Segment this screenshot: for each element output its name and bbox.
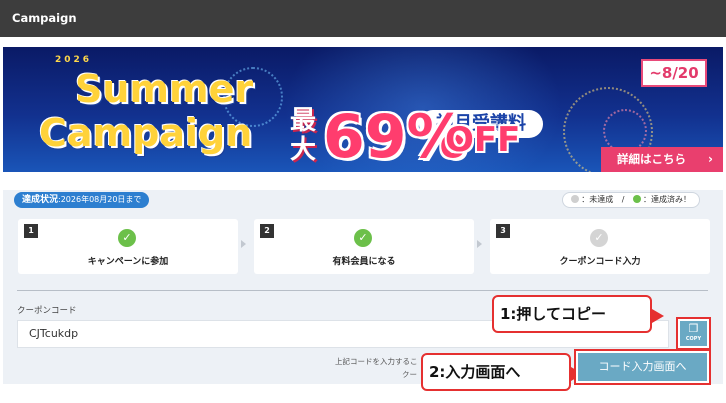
- step-3: 3 ✓ クーポンコード入力: [490, 219, 710, 274]
- step-number: 1: [24, 224, 38, 238]
- page-title: Campaign: [12, 11, 77, 25]
- status-tag-label: 達成状況: [22, 195, 59, 205]
- check-circle-icon: ✓: [354, 229, 372, 247]
- coupon-code-label: クーポンコード: [17, 306, 77, 316]
- coupon-note-line2: クー: [402, 370, 417, 379]
- coupon-input-page-button[interactable]: コード入力画面へ: [574, 349, 711, 385]
- status-legend: ：未達成 / ：達成済み！: [562, 192, 700, 208]
- chevron-right-icon: ›: [708, 152, 713, 166]
- coupon-note-line1: 上記コードを入力するこ: [335, 357, 418, 366]
- banner-max-label: 最大: [289, 106, 316, 165]
- step-1: 1 ✓ キャンペーンに参加: [18, 219, 238, 274]
- legend-not-achieved: ：未達成: [581, 195, 614, 204]
- check-circle-icon: ✓: [118, 229, 136, 247]
- campaign-banner[interactable]: 2026 Summer Campaign 最大 初月受講料 69% OFF ~8…: [3, 47, 723, 172]
- achieved-dot-icon: [633, 195, 641, 203]
- detail-link-label: 詳細はこちら: [617, 152, 686, 166]
- check-circle-icon: ✓: [590, 229, 608, 247]
- coupon-input-page-button-label: コード入力画面へ: [578, 353, 707, 381]
- banner-period: ~8/20: [641, 59, 707, 87]
- top-bar: Campaign: [0, 0, 726, 37]
- banner-year: 2026: [55, 55, 93, 65]
- step-label: 有料会員になる: [332, 257, 396, 267]
- status-tag: 達成状況:2026年08月20日まで: [14, 192, 150, 208]
- detail-link-button[interactable]: 詳細はこちら ›: [601, 147, 723, 172]
- legend-separator: /: [621, 195, 625, 204]
- callout-copy: 1:押してコピー: [492, 295, 664, 333]
- step-number: 3: [496, 224, 510, 238]
- banner-title-campaign: Campaign: [39, 111, 253, 155]
- step-arrow-icon: [241, 240, 246, 248]
- copy-icon: ❐: [688, 322, 699, 335]
- copy-button[interactable]: ❐ COPY: [676, 317, 711, 350]
- divider: [17, 290, 708, 291]
- copy-button-face: ❐ COPY: [680, 321, 707, 346]
- banner-title-summer: Summer: [75, 67, 254, 111]
- step-number: 2: [260, 224, 274, 238]
- step-label: キャンペーンに参加: [87, 257, 169, 267]
- step-arrow-icon: [477, 240, 482, 248]
- not-achieved-dot-icon: [571, 195, 580, 203]
- status-tag-date: :2026年08月20日まで: [58, 195, 142, 204]
- copy-button-label: COPY: [685, 336, 702, 342]
- banner-off: OFF: [445, 120, 521, 160]
- step-2: 2 ✓ 有料会員になる: [254, 219, 474, 274]
- callout-go: 2:入力画面へ: [421, 353, 583, 391]
- legend-achieved: ：達成済み！: [643, 195, 691, 204]
- step-label: クーポンコード入力: [559, 257, 641, 267]
